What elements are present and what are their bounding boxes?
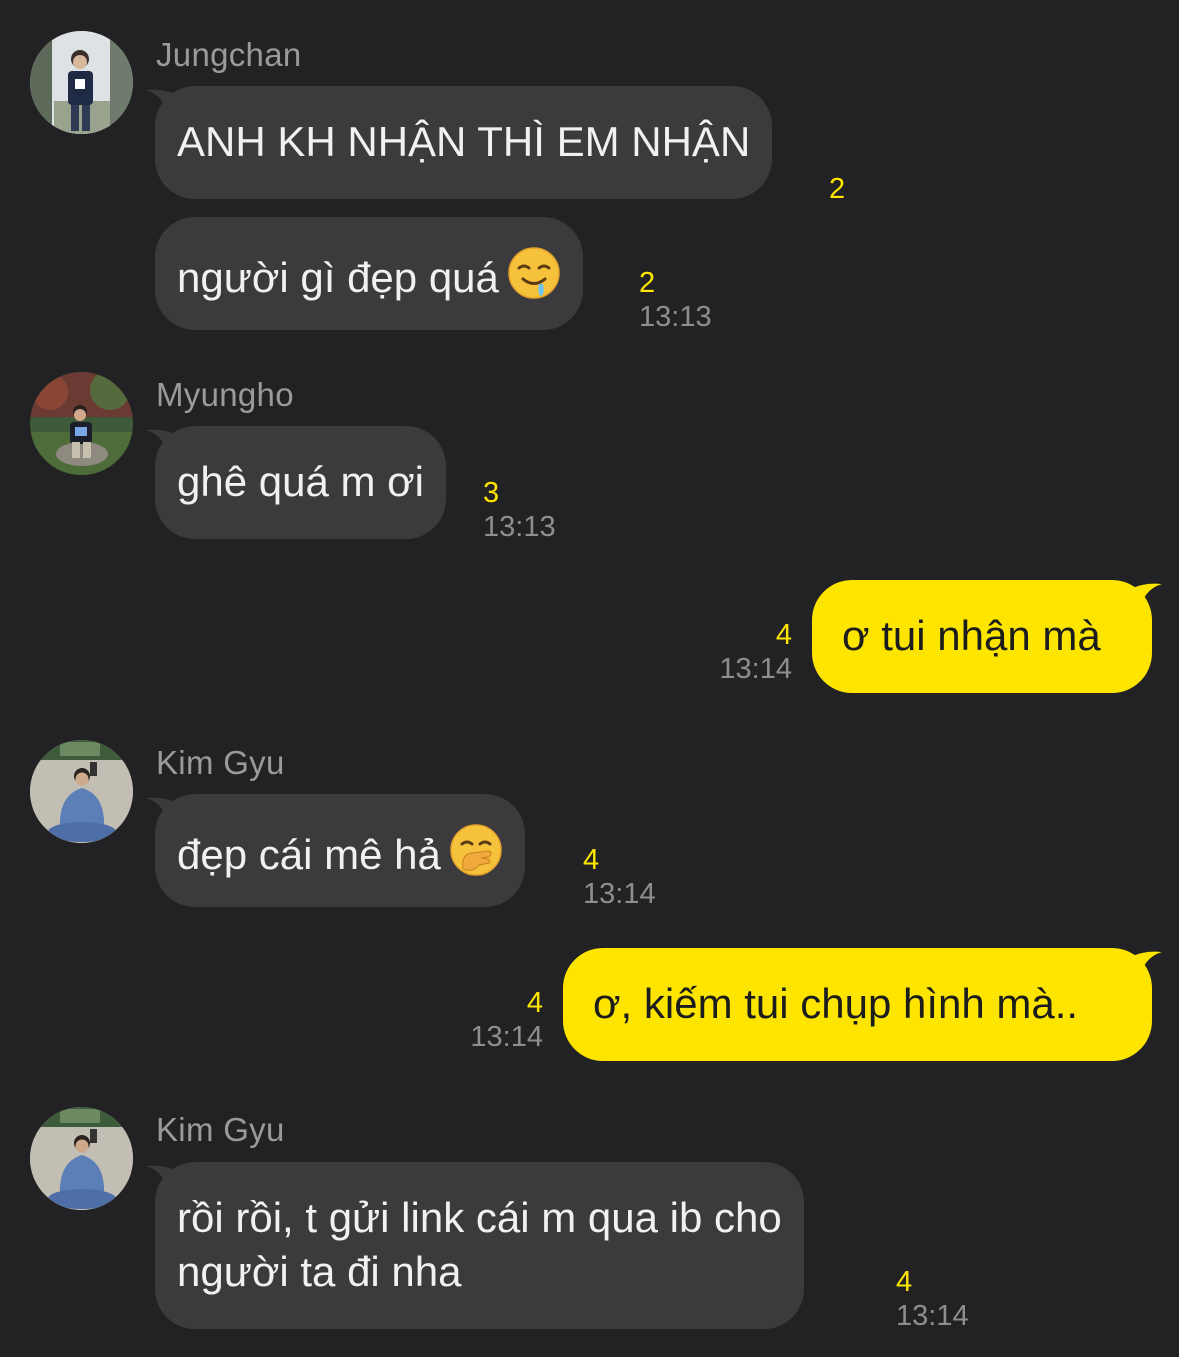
sender-name: Kim Gyu: [156, 1111, 285, 1148]
unread-count: 3: [483, 477, 500, 509]
message-meta: 2 13:13: [639, 266, 712, 334]
message-text-line: người ta đi nha: [177, 1248, 462, 1295]
timestamp: 13:14: [896, 1300, 969, 1332]
avatar-jungchan[interactable]: [30, 31, 133, 134]
message-meta: 3 13:13: [483, 476, 556, 544]
timestamp: 13:13: [483, 511, 556, 543]
face-with-hand-over-mouth-emoji: [449, 823, 503, 890]
message-meta: 4 13:14: [700, 618, 792, 686]
unread-count: 4: [526, 987, 543, 1019]
unread-count: 2: [829, 173, 846, 205]
sender-name: Kim Gyu: [156, 744, 285, 781]
message-text: ghê quá m ơi: [177, 458, 425, 505]
unread-count: 4: [775, 619, 792, 651]
message-bubble-mine[interactable]: ơ, kiếm tui chụp hình mà..: [563, 948, 1152, 1061]
message-bubble[interactable]: rồi rồi, t gửi link cái m qua ib cho ngư…: [155, 1162, 804, 1329]
avatar-kim-gyu[interactable]: [30, 1107, 133, 1210]
message-text: ơ, kiếm tui chụp hình mà..: [593, 980, 1079, 1027]
message-text: đẹp cái mê hả: [177, 831, 441, 878]
message-text-line: rồi rồi, t gửi link cái m qua ib cho: [177, 1194, 782, 1241]
message-text: ơ tui nhận mà: [842, 612, 1101, 659]
sender-name: Myungho: [156, 376, 294, 413]
message-meta: 4 13:14: [451, 986, 543, 1054]
message-meta: 4 13:14: [896, 1265, 969, 1333]
bubble-tail: [1128, 583, 1162, 602]
message-bubble[interactable]: đẹp cái mê hả: [155, 794, 525, 907]
message-text: ANH KH NHẬN THÌ EM NHẬN: [177, 118, 751, 165]
timestamp: 13:13: [639, 301, 712, 333]
message-meta: 2: [829, 172, 845, 206]
message-meta: 4 13:14: [583, 843, 656, 911]
unread-count: 4: [583, 844, 600, 876]
timestamp: 13:14: [470, 1021, 543, 1053]
avatar-myungho[interactable]: [30, 372, 133, 475]
timestamp: 13:14: [719, 653, 792, 685]
bubble-tail: [1128, 951, 1162, 970]
unread-count: 2: [639, 267, 656, 299]
avatar-kim-gyu[interactable]: [30, 740, 133, 843]
drooling-face-emoji: [507, 246, 561, 313]
message-bubble-mine[interactable]: ơ tui nhận mà: [812, 580, 1152, 693]
sender-name: Jungchan: [156, 36, 302, 73]
message-bubble[interactable]: ANH KH NHẬN THÌ EM NHẬN: [155, 86, 773, 199]
message-text: người gì đẹp quá: [177, 254, 499, 301]
message-bubble[interactable]: ghê quá m ơi: [155, 426, 447, 539]
message-bubble[interactable]: người gì đẹp quá: [155, 217, 583, 330]
unread-count: 4: [896, 1266, 913, 1298]
timestamp: 13:14: [583, 878, 656, 910]
